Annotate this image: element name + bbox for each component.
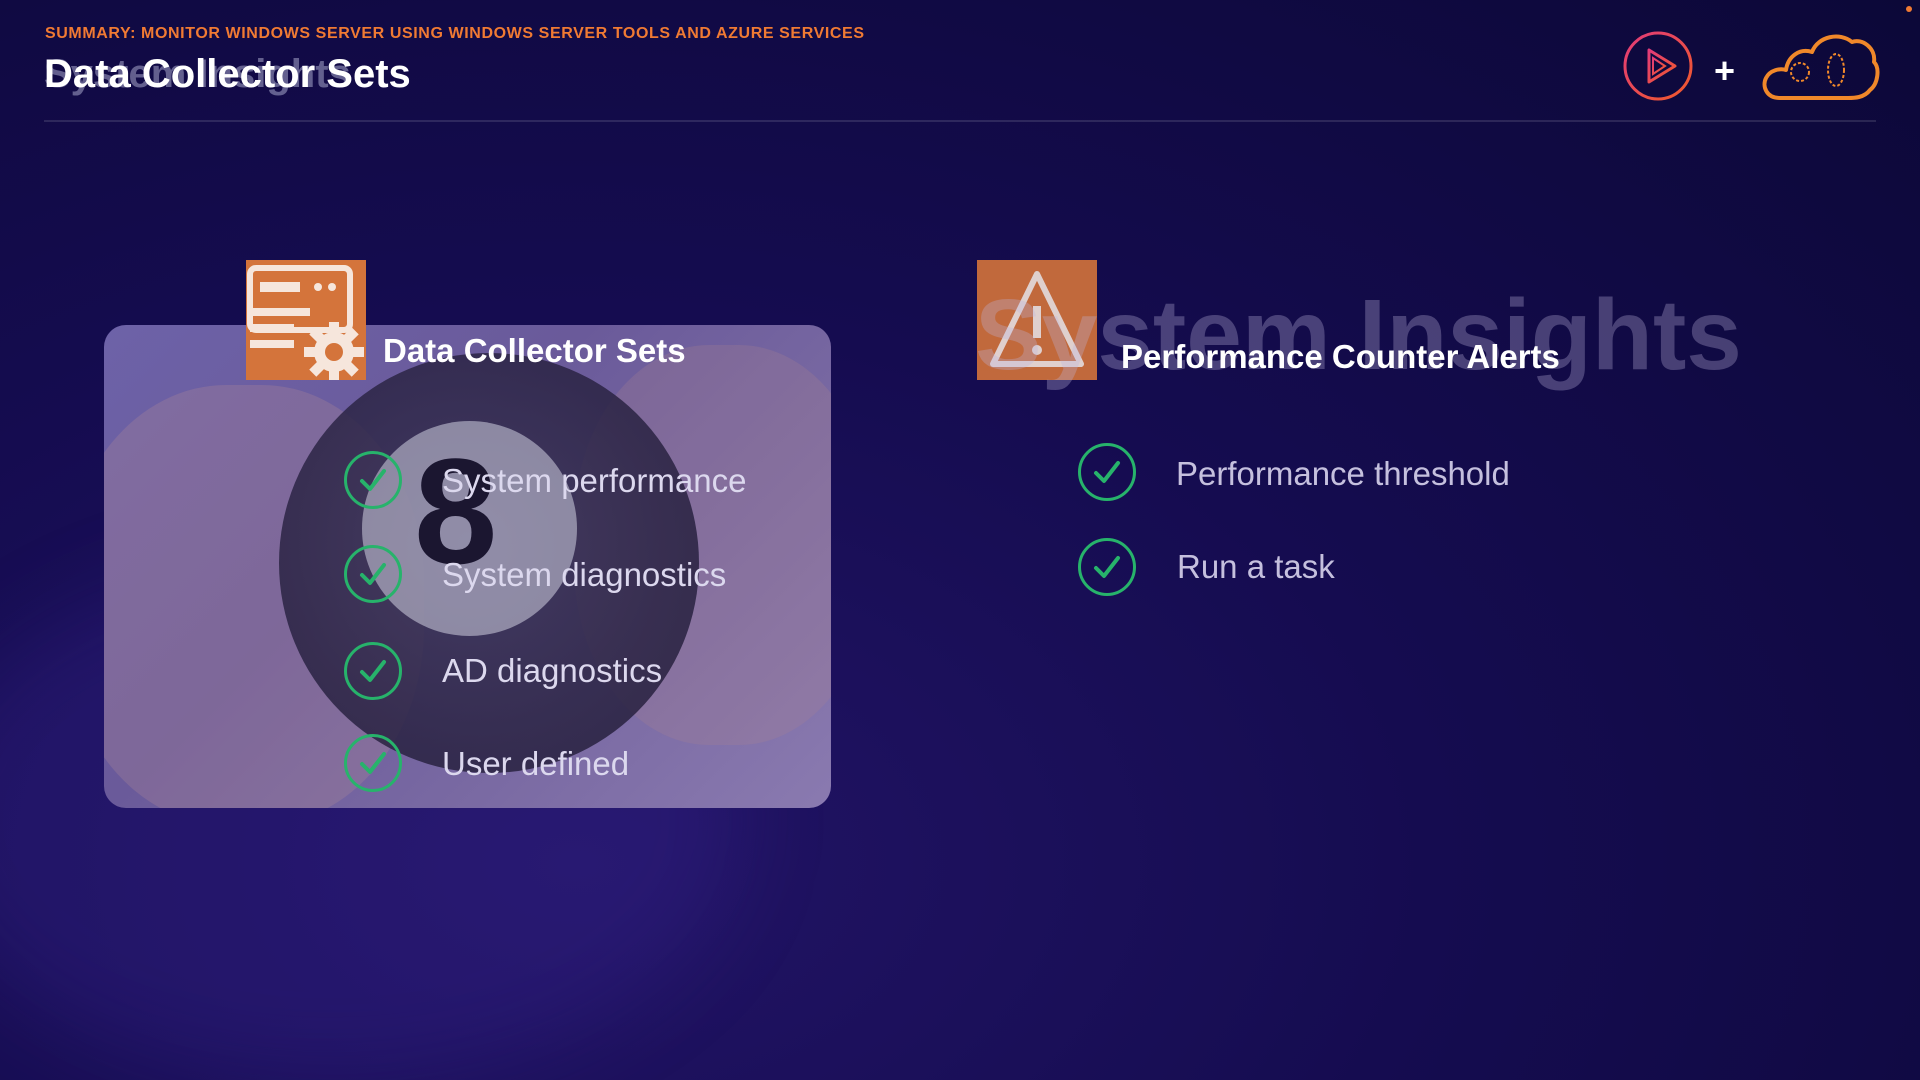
list-item: System performance: [442, 462, 747, 499]
corner-dot: [1906, 6, 1912, 12]
list-item: User defined: [442, 745, 630, 782]
page-title: Data Collector Sets: [44, 52, 411, 96]
check-icon: [344, 545, 402, 603]
list-item: System diagnostics: [442, 556, 727, 593]
cloud-logo-icon: [1762, 34, 1880, 100]
server-gear-icon: [246, 260, 366, 380]
list-item: Run a task: [1177, 548, 1335, 585]
module-subtitle: SUMMARY: MONITOR WINDOWS SERVER USING WI…: [45, 25, 865, 42]
check-icon: [344, 734, 402, 792]
play-logo-icon: [1623, 31, 1693, 101]
check-icon: [344, 642, 402, 700]
data-collector-sets-heading: Data Collector Sets: [383, 332, 686, 369]
check-icon: [1078, 443, 1136, 501]
plus-separator: +: [1714, 50, 1736, 91]
performance-alerts-heading: Performance Counter Alerts: [1121, 338, 1560, 375]
header-divider: [44, 120, 1876, 122]
list-item: Performance threshold: [1176, 455, 1510, 492]
check-icon: [1078, 538, 1136, 596]
check-icon: [344, 451, 402, 509]
list-item: AD diagnostics: [442, 652, 663, 689]
